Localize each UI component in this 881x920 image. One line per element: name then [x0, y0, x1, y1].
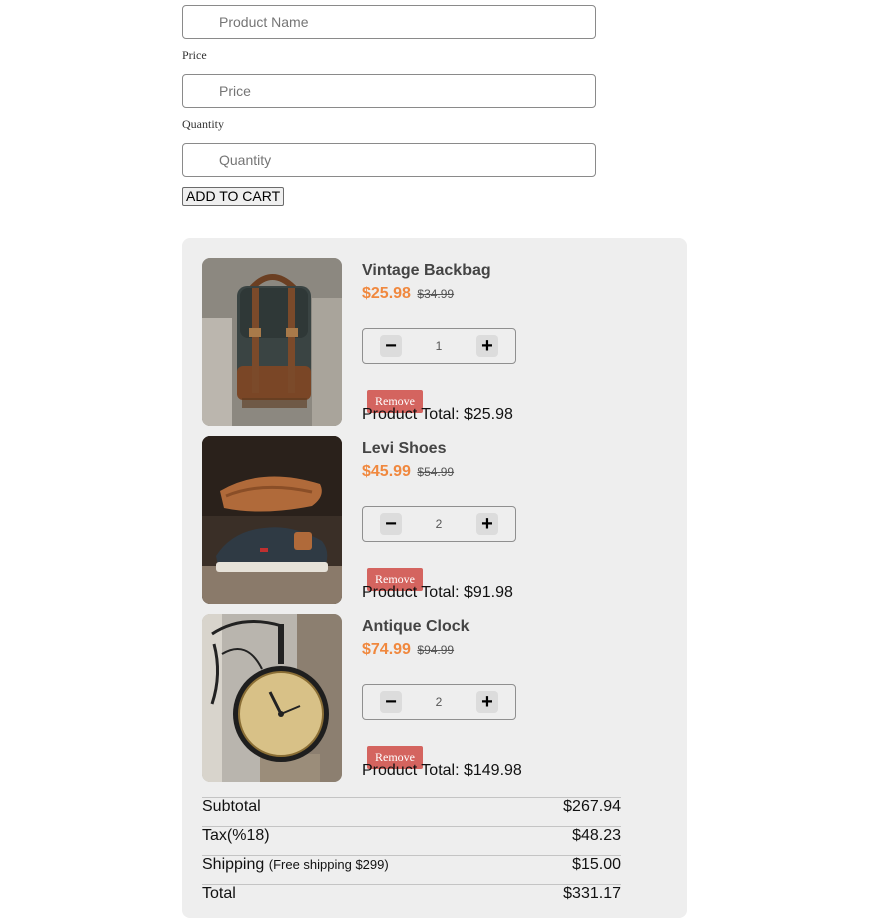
- product-total: Product Total: $25.98: [362, 406, 513, 423]
- shipping-label-group: Shipping (Free shipping $299): [202, 856, 389, 874]
- quantity-input[interactable]: [182, 143, 596, 177]
- total-value: $331.17: [563, 885, 621, 902]
- free-shipping-note: (Free shipping $299): [268, 857, 389, 872]
- quantity-label: Quantity: [182, 117, 224, 131]
- subtotal-value: $267.94: [563, 798, 621, 815]
- tax-value: $48.23: [572, 827, 621, 844]
- item-old-price: $94.99: [417, 643, 455, 657]
- item-old-price: $34.99: [417, 287, 455, 301]
- item-price: $45.99: [362, 463, 411, 480]
- tax-label: Tax(%18): [202, 827, 270, 844]
- shoes-image: [202, 436, 342, 604]
- item-price: $25.98: [362, 285, 411, 302]
- item-price-row: $45.99 $54.99: [362, 463, 454, 481]
- product-total: Product Total: $91.98: [362, 584, 513, 601]
- total-label: Total: [202, 885, 236, 902]
- item-price: $74.99: [362, 641, 411, 658]
- product-total: Product Total: $149.98: [362, 762, 522, 779]
- subtotal-label: Subtotal: [202, 798, 261, 815]
- shipping-label: Shipping: [202, 856, 265, 873]
- cart-item: Vintage Backbag $25.98 $34.99 − 1 + Remo…: [202, 258, 672, 426]
- tax-row: Tax(%18) $48.23: [202, 826, 621, 856]
- item-name: Vintage Backbag: [362, 262, 491, 279]
- price-input[interactable]: [182, 74, 596, 108]
- clock-image: [202, 614, 342, 782]
- price-label: Price: [182, 48, 207, 62]
- shipping-row: Shipping (Free shipping $299) $15.00: [202, 855, 621, 885]
- total-row: Total $331.17: [202, 884, 621, 914]
- backpack-image: [202, 258, 342, 426]
- item-old-price: $54.99: [417, 465, 455, 479]
- decrease-quantity-button[interactable]: −: [380, 513, 402, 535]
- shipping-value: $15.00: [572, 856, 621, 873]
- cart-item: Antique Clock $74.99 $94.99 − 2 + Remove…: [202, 614, 672, 782]
- quantity-stepper: − 2 +: [362, 506, 516, 542]
- quantity-stepper: − 2 +: [362, 684, 516, 720]
- quantity-value[interactable]: 1: [403, 329, 475, 363]
- increase-quantity-button[interactable]: +: [476, 513, 498, 535]
- quantity-value[interactable]: 2: [403, 685, 475, 719]
- quantity-stepper: − 1 +: [362, 328, 516, 364]
- increase-quantity-button[interactable]: +: [476, 691, 498, 713]
- subtotal-row: Subtotal $267.94: [202, 797, 621, 827]
- cart-item: Levi Shoes $45.99 $54.99 − 2 + Remove Pr…: [202, 436, 672, 604]
- quantity-value[interactable]: 2: [403, 507, 475, 541]
- add-to-cart-button[interactable]: ADD TO CART: [182, 187, 285, 206]
- item-price-row: $74.99 $94.99: [362, 641, 454, 659]
- item-name: Antique Clock: [362, 618, 470, 635]
- increase-quantity-button[interactable]: +: [476, 335, 498, 357]
- item-name: Levi Shoes: [362, 440, 447, 457]
- decrease-quantity-button[interactable]: −: [380, 335, 402, 357]
- decrease-quantity-button[interactable]: −: [380, 691, 402, 713]
- cart-panel: Vintage Backbag $25.98 $34.99 − 1 + Remo…: [182, 238, 687, 918]
- item-price-row: $25.98 $34.99: [362, 285, 454, 303]
- product-name-input[interactable]: [182, 5, 596, 39]
